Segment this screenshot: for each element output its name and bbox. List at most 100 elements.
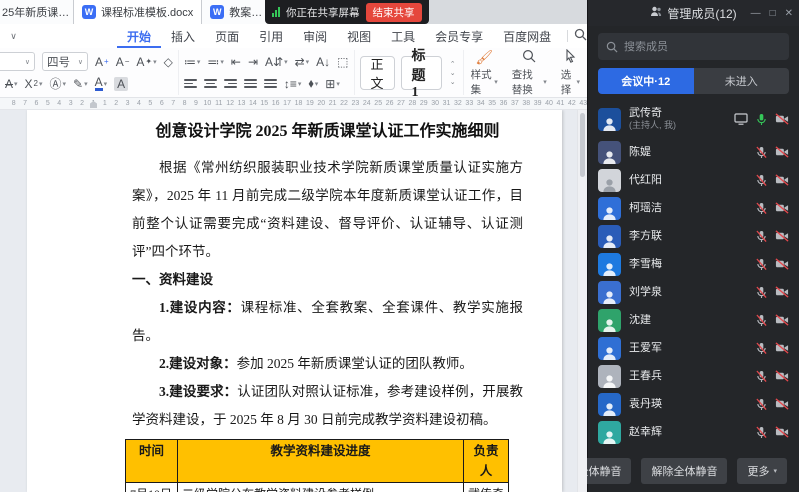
increase-font-icon[interactable]: A+ <box>95 55 109 69</box>
align-justify-icon[interactable] <box>244 79 257 88</box>
member-row[interactable]: 代红阳 <box>588 166 799 194</box>
mic-off-icon[interactable] <box>756 314 767 327</box>
member-row[interactable]: 武传奇 (主持人, 我) <box>588 100 799 138</box>
mic-off-icon[interactable] <box>756 398 767 411</box>
member-row[interactable]: 陈媞 <box>588 138 799 166</box>
find-replace-button[interactable]: 查找替换▾ <box>505 49 554 97</box>
tab-not-joined[interactable]: 未进入 <box>694 68 790 94</box>
unmute-all-button[interactable]: 解除全体静音 <box>641 458 727 484</box>
align-center-icon[interactable] <box>204 79 217 88</box>
sort-icon[interactable]: A↓ <box>316 55 330 69</box>
menu-item[interactable]: 百度网盘 <box>493 24 561 48</box>
mic-off-icon[interactable] <box>756 174 767 187</box>
mic-off-icon[interactable] <box>756 370 767 383</box>
mic-off-icon[interactable] <box>756 286 767 299</box>
minimize-icon[interactable]: — <box>751 8 761 19</box>
shading-icon[interactable]: ⬧▾ <box>308 76 318 91</box>
pinyin-guide-icon[interactable]: Ⓐ▾ <box>50 75 67 92</box>
ribbon-font-group: ∨ 四号∨ A+ A− A✦▾ ◇ A▾ X2▾ Ⓐ▾ ✎▾ A▾ A <box>0 50 179 95</box>
mic-off-icon[interactable] <box>756 342 767 355</box>
camera-off-icon[interactable] <box>775 426 789 438</box>
menu-item[interactable]: 页面 <box>205 24 249 48</box>
camera-off-icon[interactable] <box>775 146 789 158</box>
mic-off-icon[interactable] <box>756 146 767 159</box>
member-row[interactable]: 柯瑶洁 <box>588 194 799 222</box>
menu-bar-items: 开始插入页面引用审阅视图工具会员专享百度网盘 <box>117 24 561 48</box>
style-set-button[interactable]: 🖌 样式集▾ <box>464 49 505 97</box>
style-normal[interactable]: 正文 <box>360 56 395 90</box>
horizontal-ruler[interactable]: 8765432112345678910111213141516171819202… <box>0 98 587 110</box>
superscript-icon[interactable]: X2▾ <box>25 77 43 91</box>
menu-item[interactable]: 插入 <box>161 24 205 48</box>
camera-off-icon[interactable] <box>775 113 789 125</box>
camera-off-icon[interactable] <box>775 174 789 186</box>
menu-item[interactable]: 审阅 <box>293 24 337 48</box>
maximize-icon[interactable]: □ <box>770 8 776 19</box>
style-gallery-arrows[interactable]: ⌃⌄⌄ <box>448 60 458 86</box>
doc-tab-2[interactable]: W 课程标准模板.docx <box>74 0 202 24</box>
line-spacing-icon[interactable]: ↕≡▾ <box>284 77 302 91</box>
clear-format-icon[interactable]: ◇ <box>164 55 173 69</box>
highlight-pen-icon[interactable]: ✎▾ <box>73 77 88 91</box>
bullet-list-icon[interactable]: ≔▾ <box>184 55 201 69</box>
vertical-scrollbar[interactable] <box>577 110 587 492</box>
show-marks-icon[interactable]: ⬚ <box>337 55 348 69</box>
font-color-icon[interactable]: A▾ <box>95 77 108 91</box>
increase-indent-icon[interactable]: ⇥ <box>248 55 258 69</box>
member-row[interactable]: 李雪梅 <box>588 250 799 278</box>
tab-in-meeting[interactable]: 会议中·12 <box>598 68 694 94</box>
people-icon <box>650 6 662 20</box>
char-shading-icon[interactable]: A <box>114 77 128 91</box>
member-row[interactable]: 赵幸辉 <box>588 418 799 446</box>
text-direction-icon[interactable]: A⇵▾ <box>265 55 288 69</box>
camera-off-icon[interactable] <box>775 286 789 298</box>
chevron-down-icon[interactable]: ∨ <box>6 31 21 42</box>
member-search-box[interactable] <box>598 33 789 60</box>
align-left-icon[interactable] <box>184 79 197 88</box>
strikethrough-icon[interactable]: A▾ <box>5 77 18 91</box>
close-icon[interactable]: ✕ <box>785 8 793 19</box>
member-row[interactable]: 王爱军 <box>588 334 799 362</box>
mic-off-icon[interactable] <box>756 230 767 243</box>
ltr-rtl-icon[interactable]: ⇄▾ <box>295 55 310 69</box>
end-share-button[interactable]: 结束共享 <box>366 3 422 22</box>
camera-off-icon[interactable] <box>775 398 789 410</box>
more-button[interactable]: 更多▾ <box>737 458 787 484</box>
member-row[interactable]: 刘学泉 <box>588 278 799 306</box>
member-row[interactable]: 沈建 <box>588 306 799 334</box>
camera-off-icon[interactable] <box>775 230 789 242</box>
mic-off-icon[interactable] <box>756 426 767 439</box>
mic-off-icon[interactable] <box>756 202 767 215</box>
camera-off-icon[interactable] <box>775 258 789 270</box>
borders-icon[interactable]: ⊞▾ <box>325 77 340 91</box>
select-button[interactable]: 选择▾ <box>554 49 587 97</box>
menu-item[interactable]: 工具 <box>381 24 425 48</box>
font-name-combo[interactable]: ∨ <box>0 52 35 71</box>
align-right-icon[interactable] <box>224 79 237 88</box>
menu-item[interactable]: 视图 <box>337 24 381 48</box>
search-icon[interactable] <box>574 28 587 44</box>
mic-off-icon[interactable] <box>756 258 767 271</box>
font-size-combo[interactable]: 四号∨ <box>42 52 88 71</box>
numbered-list-icon[interactable]: ≕▾ <box>207 55 224 69</box>
menu-item[interactable]: 会员专享 <box>425 24 493 48</box>
menu-item[interactable]: 引用 <box>249 24 293 48</box>
mic-on-icon[interactable] <box>756 113 767 126</box>
member-row[interactable]: 李方联 <box>588 222 799 250</box>
menu-item[interactable]: 开始 <box>117 24 161 48</box>
style-heading1[interactable]: 标题 1 <box>401 56 442 90</box>
camera-off-icon[interactable] <box>775 202 789 214</box>
camera-off-icon[interactable] <box>775 314 789 326</box>
decrease-indent-icon[interactable]: ⇤ <box>231 55 241 69</box>
member-search-input[interactable] <box>624 41 781 53</box>
member-row[interactable]: 王春兵 <box>588 362 799 390</box>
align-distribute-icon[interactable] <box>264 79 277 88</box>
camera-off-icon[interactable] <box>775 342 789 354</box>
document-page[interactable]: 创意设计学院 2025 年新质课堂认证工作实施细则 根据《常州纺织服装职业技术学… <box>27 110 562 492</box>
camera-off-icon[interactable] <box>775 370 789 382</box>
scrollbar-thumb[interactable] <box>580 113 585 177</box>
decrease-font-icon[interactable]: A− <box>116 55 130 69</box>
text-effects-icon[interactable]: A✦▾ <box>136 55 156 69</box>
member-row[interactable]: 袁丹瑛 <box>588 390 799 418</box>
doc-tab-1[interactable]: 25年新质课… 💬 ✕ <box>0 0 74 24</box>
